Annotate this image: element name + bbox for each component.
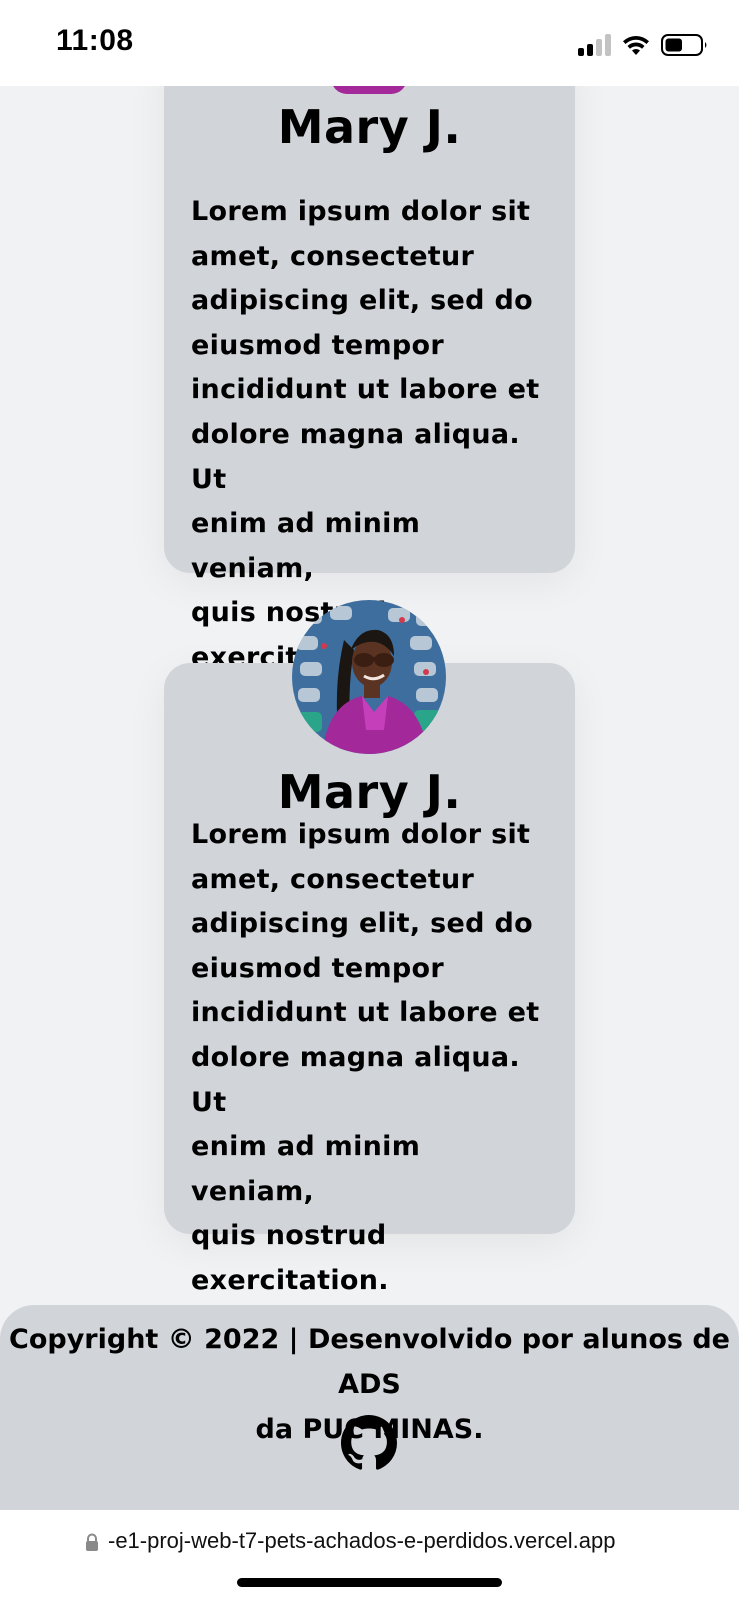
- testimonial-card: Mary J. Lorem ipsum dolor sit amet, cons…: [164, 40, 575, 673]
- browser-url-bar[interactable]: -e1-proj-web-t7-pets-achados-e-perdidos.…: [0, 1510, 739, 1600]
- battery-icon: [661, 34, 707, 56]
- wifi-icon: [623, 35, 649, 55]
- status-bar: 11:08: [0, 0, 739, 86]
- url-text[interactable]: -e1-proj-web-t7-pets-achados-e-perdidos.…: [108, 1528, 615, 1554]
- cellular-signal-icon: [578, 34, 611, 56]
- footer: Copyright © 2022 | Desenvolvido por alun…: [0, 1305, 739, 1510]
- status-time: 11:08: [56, 24, 134, 57]
- card-description: Lorem ipsum dolor sit amet, consectetur …: [191, 819, 540, 1296]
- card-name: Mary J.: [277, 100, 462, 154]
- card-name: Mary J.: [277, 765, 462, 819]
- github-icon[interactable]: [341, 1415, 397, 1471]
- status-icons: [578, 30, 709, 60]
- lock-icon: [86, 1533, 98, 1551]
- avatar: [292, 600, 446, 754]
- home-indicator[interactable]: [237, 1578, 502, 1587]
